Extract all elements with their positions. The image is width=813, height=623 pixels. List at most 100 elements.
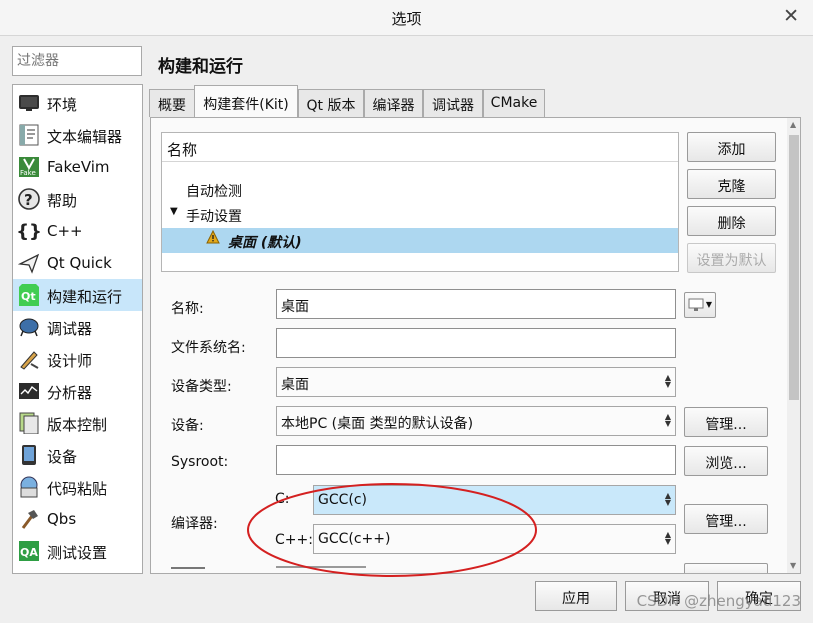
svg-text:QA: QA [20, 546, 38, 559]
cpp-compiler-combo[interactable]: GCC(c++) ▲ ▼ [313, 524, 676, 554]
sidebar-item-designer[interactable]: 设计师 [13, 343, 142, 375]
c-compiler-combo[interactable]: GCC(c) ▲ ▼ [313, 485, 676, 515]
name-label: 名称: [171, 301, 204, 317]
sidebar-item-label: 环境 [47, 96, 78, 114]
partial-button [684, 563, 768, 573]
add-kit-button[interactable]: 添加 [687, 132, 776, 162]
fs-name-field[interactable] [276, 328, 676, 358]
device-type-combo[interactable]: 桌面 ▲ ▼ [276, 367, 676, 397]
sidebar-item-code-paste[interactable]: 代码粘贴 [13, 471, 142, 503]
code-paste-icon [17, 475, 41, 499]
device-label: 设备: [171, 418, 204, 434]
fs-name-label: 文件系统名: [171, 340, 246, 356]
remove-kit-button[interactable]: 删除 [687, 206, 776, 236]
category-list: 环境 文本编辑器 Fake FakeVim ? 帮助 {} C++ Qt Qui… [12, 84, 143, 574]
compiler-manage-button[interactable]: 管理... [684, 504, 768, 534]
combo-value: 桌面 [281, 377, 309, 393]
clone-kit-button[interactable]: 克隆 [687, 169, 776, 199]
sidebar-item-qbs[interactable]: Qbs [13, 503, 142, 535]
device-combo[interactable]: 本地PC (桌面 类型的默认设备) ▲ ▼ [276, 406, 676, 436]
sidebar-item-qt-quick[interactable]: Qt Quick [13, 247, 142, 279]
tab-qt-versions[interactable]: Qt 版本 [298, 89, 364, 117]
sidebar-item-build-run[interactable]: Qt 构建和运行 [13, 279, 142, 311]
sidebar-item-help[interactable]: ? 帮助 [13, 183, 142, 215]
sidebar-item-test-settings[interactable]: QA 测试设置 [13, 535, 142, 567]
combo-value: 本地PC (桌面 类型的默认设备) [281, 416, 474, 432]
tree-header: 名称 [162, 133, 678, 162]
scroll-up-icon[interactable]: ▲ [790, 120, 796, 129]
title-bar: 选项 ✕ [0, 0, 813, 36]
updown-arrow-icon: ▲ ▼ [664, 412, 671, 428]
tree-item-manual[interactable]: ▼ 手动设置 [162, 202, 678, 227]
tree-item-label: 桌面 (默认) [228, 235, 302, 251]
qa-test-icon: QA [17, 539, 41, 563]
sidebar-item-label: C++ [47, 222, 83, 240]
watermark: CSDN @zhengyad123 [636, 592, 801, 610]
updown-arrow-icon: ▲ ▼ [664, 491, 671, 507]
page-title: 构建和运行 [158, 57, 243, 77]
next-row-partial [171, 567, 205, 573]
tree-item-auto-detected[interactable]: 自动检测 [162, 177, 678, 202]
tab-kits[interactable]: 构建套件(Kit) [194, 85, 298, 118]
kit-tree[interactable]: 名称 自动检测 ▼ 手动设置 桌面 (默认) [161, 132, 679, 272]
sidebar-item-label: FakeVim [47, 158, 110, 176]
sysroot-field[interactable] [276, 445, 676, 475]
qt-quick-icon [17, 251, 41, 275]
sidebar-item-label: 测试设置 [47, 544, 108, 562]
sidebar-item-label: 设计师 [47, 352, 93, 370]
tab-debuggers[interactable]: 调试器 [423, 89, 483, 117]
sidebar-item-cpp[interactable]: {} C++ [13, 215, 142, 247]
sidebar-item-label: Qbs [47, 510, 77, 528]
svg-text:?: ? [24, 191, 33, 209]
sidebar-item-device[interactable]: 设备 [13, 439, 142, 471]
version-control-icon [17, 411, 41, 435]
compiler-label: 编译器: [171, 516, 218, 532]
sidebar-item-label: 分析器 [47, 384, 93, 402]
tab-overview[interactable]: 概要 [149, 89, 195, 117]
cpp-compiler-label: C++: [275, 532, 313, 548]
sidebar-item-label: 构建和运行 [47, 288, 123, 306]
options-dialog: 选项 ✕ 环境 文本编辑器 Fake FakeVim ? 帮助 {} C++ Q… [0, 0, 813, 623]
kits-panel: 名称 自动检测 ▼ 手动设置 桌面 (默认) 添加 克隆 删除 设置为默认 名称… [150, 117, 801, 574]
sidebar-item-text-editor[interactable]: 文本编辑器 [13, 119, 142, 151]
close-icon[interactable]: ✕ [783, 5, 799, 27]
scrollbar-thumb[interactable] [789, 135, 799, 400]
device-manage-button[interactable]: 管理... [684, 407, 768, 437]
sidebar-item-environment[interactable]: 环境 [13, 87, 142, 119]
tree-item-label: 手动设置 [186, 209, 242, 225]
scroll-down-icon[interactable]: ▼ [790, 561, 796, 570]
vertical-scrollbar[interactable]: ▲ ▼ [787, 118, 800, 573]
apply-button[interactable]: 应用 [535, 581, 617, 611]
sidebar-item-debugger[interactable]: 调试器 [13, 311, 142, 343]
qbs-hammer-icon [17, 507, 41, 531]
filter-input[interactable] [12, 46, 142, 76]
device-icon [17, 443, 41, 467]
make-default-button[interactable]: 设置为默认 [687, 243, 776, 273]
expand-arrow-icon[interactable]: ▼ [170, 206, 178, 217]
sidebar-item-label: Qt Quick [47, 254, 112, 272]
sidebar-item-label: 帮助 [47, 192, 78, 210]
cpp-braces-icon: {} [16, 220, 42, 242]
updown-arrow-icon: ▲ ▼ [664, 373, 671, 389]
fakevim-icon: Fake [17, 155, 41, 179]
sidebar-item-version-control[interactable]: 版本控制 [13, 407, 142, 439]
sidebar-item-fakevim[interactable]: Fake FakeVim [13, 151, 142, 183]
name-field[interactable]: 桌面 [276, 289, 676, 319]
designer-icon [17, 347, 41, 371]
tab-cmake[interactable]: CMake [483, 89, 545, 117]
tab-compilers[interactable]: 编译器 [364, 89, 423, 117]
c-compiler-label: C: [275, 491, 290, 507]
monitor-icon [688, 298, 704, 316]
chevron-down-icon: ▼ [705, 300, 712, 309]
tree-item-desktop-kit[interactable]: 桌面 (默认) [162, 228, 678, 253]
device-icon-picker[interactable]: ▼ [684, 292, 716, 318]
sidebar-item-analyzer[interactable]: 分析器 [13, 375, 142, 407]
text-editor-icon [17, 123, 41, 147]
window-title: 选项 [391, 10, 422, 28]
help-icon: ? [17, 187, 41, 211]
build-run-icon: Qt [17, 283, 41, 307]
next-row-partial [276, 566, 366, 573]
browse-button[interactable]: 浏览... [684, 446, 768, 476]
svg-text:Fake: Fake [20, 169, 36, 177]
sidebar-item-label: 设备 [47, 448, 78, 466]
